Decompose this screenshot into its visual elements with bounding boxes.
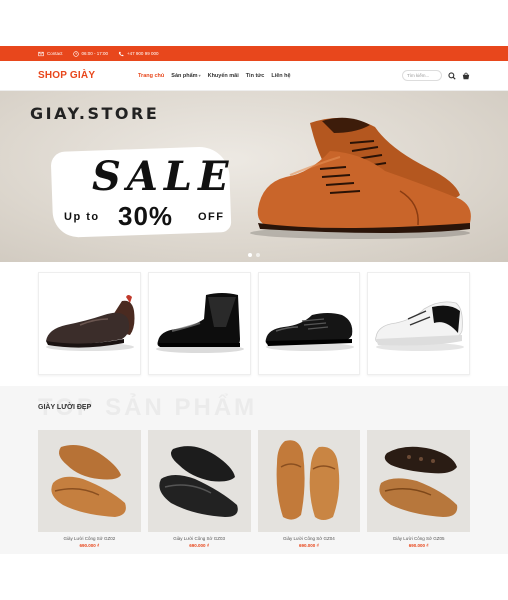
slider-dots bbox=[248, 253, 260, 257]
phone-icon bbox=[118, 51, 124, 56]
product-price: 690.000 ₫ bbox=[408, 543, 429, 548]
mail-icon bbox=[38, 51, 44, 56]
search-input[interactable]: Tìm kiếm... bbox=[402, 70, 442, 81]
slider-dot[interactable] bbox=[248, 253, 252, 257]
contact-label: Contact bbox=[47, 51, 63, 56]
product-name[interactable]: Giày Lười Công Sở GZ03 bbox=[148, 536, 251, 541]
category-tiles bbox=[38, 272, 470, 375]
oxford-shoe-icon bbox=[265, 312, 354, 351]
black-loafer-pair-image bbox=[159, 446, 238, 517]
phone-link[interactable]: +47 900 99 000 bbox=[118, 51, 158, 57]
hero-banner[interactable]: GIAY.STORE SALE Up to 30% OFF bbox=[0, 91, 508, 262]
hours-label: 06:00 - 17:00 bbox=[81, 51, 109, 56]
nav-contact[interactable]: Liên hệ bbox=[271, 73, 290, 79]
sneaker-icon bbox=[374, 300, 464, 351]
clock-icon bbox=[72, 50, 79, 57]
nav-products-label: Sản phẩm bbox=[171, 72, 198, 79]
banner-percent-text: 30% bbox=[118, 201, 174, 231]
banner-sale-text: SALE bbox=[92, 153, 235, 200]
contact-link[interactable]: Contact bbox=[38, 51, 63, 57]
product-card[interactable]: Giày Lười Công Sở GZ04 690.000 ₫ bbox=[257, 430, 361, 548]
product-name[interactable]: Giày Lười Công Sở GZ05 bbox=[367, 536, 470, 541]
product-card[interactable]: Giày Lười Công Sở GZ03 690.000 ₫ bbox=[147, 430, 251, 548]
caramel-loafer-pair-image bbox=[276, 440, 340, 520]
hours-info: 06:00 - 17:00 bbox=[72, 50, 109, 57]
product-price: 690.000 ₫ bbox=[298, 543, 319, 548]
nav-promotions[interactable]: Khuyến mãi bbox=[208, 73, 239, 79]
cart-icon[interactable] bbox=[462, 72, 470, 80]
header-actions: Tìm kiếm... bbox=[402, 70, 470, 81]
slider-dot[interactable] bbox=[256, 253, 260, 257]
product-card[interactable]: Giày Lười Công Sở GZ02 690.000 ₫ bbox=[38, 430, 141, 548]
tan-loafer-pair-image bbox=[51, 445, 127, 517]
site-logo[interactable]: SHOP GIÀY bbox=[38, 70, 95, 81]
nav-news[interactable]: Tin tức bbox=[246, 73, 265, 79]
chelsea-boot-icon bbox=[156, 292, 245, 353]
product-name[interactable]: Giày Lười Công Sở GZ02 bbox=[38, 536, 141, 541]
nav-home[interactable]: Trang chủ bbox=[138, 73, 164, 79]
banner-brand: GIAY.STORE bbox=[30, 104, 160, 123]
website-frame: Contact 06:00 - 17:00 +47 900 99 000 SHO… bbox=[0, 46, 508, 554]
banner-upto-text: Up to bbox=[64, 211, 100, 223]
product-card[interactable]: Giày Lười Công Sở GZ05 690.000 ₫ bbox=[367, 430, 470, 548]
chevron-down-icon: ▾ bbox=[198, 72, 201, 78]
banner-oxford-shoe-image bbox=[250, 117, 471, 239]
phone-label: +47 900 99 000 bbox=[127, 51, 159, 56]
product-name[interactable]: Giày Lười Công Sở GZ04 bbox=[258, 536, 361, 541]
nav-products[interactable]: Sản phẩm▾ bbox=[171, 73, 200, 79]
product-image[interactable] bbox=[367, 430, 470, 532]
site-header: SHOP GIÀY Trang chủ Sản phẩm▾ Khuyến mãi… bbox=[0, 61, 508, 91]
product-image[interactable] bbox=[38, 430, 141, 532]
loafer-shoe-icon bbox=[46, 294, 135, 351]
product-image[interactable] bbox=[147, 430, 251, 532]
products-section: TOP SẢN PHẨM GIÀY LƯỜI ĐẸP Giày Lười Côn… bbox=[0, 386, 508, 554]
top-bar: Contact 06:00 - 17:00 +47 900 99 000 bbox=[0, 46, 508, 61]
search-icon[interactable] bbox=[448, 71, 456, 80]
main-nav: Trang chủ Sản phẩm▾ Khuyến mãi Tin tức L… bbox=[138, 73, 291, 79]
category-chelsea-boot[interactable] bbox=[147, 272, 251, 375]
banner-off-text: OFF bbox=[198, 211, 225, 223]
category-loafer[interactable] bbox=[38, 272, 141, 375]
category-oxford[interactable] bbox=[257, 272, 361, 375]
product-grid: Giày Lười Công Sở GZ02 690.000 ₫ Giày Lư… bbox=[38, 430, 470, 548]
brown-loafer-pair-image bbox=[378, 446, 457, 517]
product-price: 690.000 ₫ bbox=[79, 543, 100, 548]
section-title: GIÀY LƯỜI ĐẸP bbox=[38, 404, 92, 411]
category-sneaker[interactable] bbox=[367, 272, 470, 375]
product-price: 690.000 ₫ bbox=[189, 543, 210, 548]
product-image[interactable] bbox=[257, 430, 361, 532]
